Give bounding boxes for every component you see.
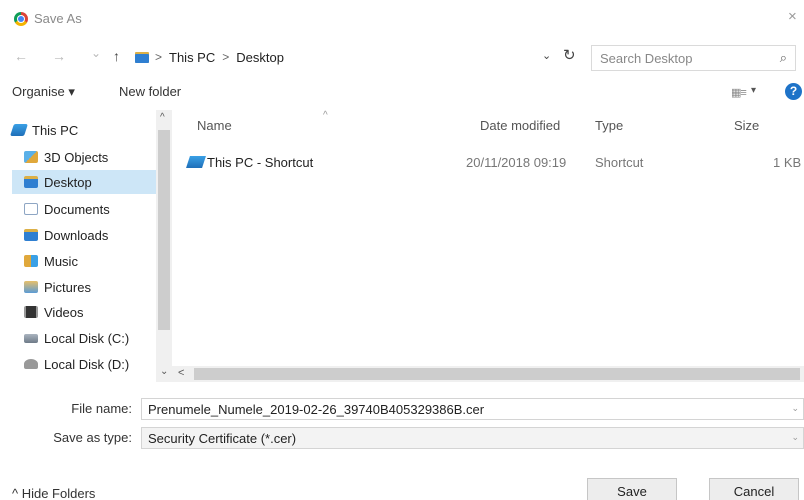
save-as-type-value: Security Certificate (*.cer) bbox=[148, 430, 297, 446]
breadcrumb-this-pc[interactable]: This PC bbox=[169, 50, 215, 65]
save-as-type-select[interactable]: Security Certificate (*.cer) ⌄ bbox=[141, 427, 804, 449]
shortcut-icon bbox=[186, 156, 206, 168]
chevron-down-icon[interactable]: ⌄ bbox=[791, 432, 799, 443]
sidebar-item-music[interactable]: Music bbox=[24, 249, 78, 273]
recent-locations-chevron-icon[interactable]: ⌄ bbox=[91, 46, 101, 60]
file-list: ^ Name Date modified Type Size This PC -… bbox=[176, 110, 804, 366]
command-toolbar: Organise ▾ New folder ▦≡ ▾ ? bbox=[0, 80, 804, 106]
file-size: 1 KB bbox=[773, 155, 802, 170]
save-button[interactable]: Save bbox=[587, 478, 677, 500]
computer-icon bbox=[10, 124, 28, 136]
horizontal-scroll-thumb[interactable] bbox=[194, 368, 800, 380]
videos-icon bbox=[24, 306, 38, 318]
sidebar-item-label: Downloads bbox=[44, 227, 109, 243]
sidebar-item-this-pc[interactable]: This PC bbox=[10, 118, 79, 142]
sidebar-item-label: Local Disk (C:) bbox=[44, 330, 130, 346]
search-placeholder: Search Desktop bbox=[600, 50, 693, 66]
sidebar-item-label: Documents bbox=[44, 201, 110, 217]
desktop-icon bbox=[24, 176, 38, 188]
breadcrumb-desktop[interactable]: Desktop bbox=[236, 50, 284, 65]
sidebar-item-label: This PC bbox=[32, 122, 79, 138]
window-title: Save As bbox=[34, 11, 82, 26]
sidebar-item-pictures[interactable]: Pictures bbox=[24, 275, 91, 299]
close-icon[interactable]: × bbox=[788, 8, 804, 25]
scroll-up-icon[interactable]: ^ bbox=[160, 112, 165, 123]
new-folder-button[interactable]: New folder bbox=[119, 84, 181, 99]
sidebar-item-local-disk-d[interactable]: Local Disk (D:) bbox=[24, 352, 129, 376]
scroll-left-icon[interactable]: < bbox=[178, 367, 184, 379]
address-dropdown-chevron-icon[interactable]: ⌄ bbox=[542, 49, 551, 62]
sidebar-scroll-thumb[interactable] bbox=[158, 130, 170, 330]
help-icon[interactable]: ? bbox=[785, 83, 802, 100]
folder-icon bbox=[135, 51, 149, 63]
hide-folders-button[interactable]: ^ Hide Folders bbox=[12, 486, 95, 500]
refresh-icon[interactable]: ↻ bbox=[563, 46, 576, 64]
chevron-down-icon[interactable]: ⌄ bbox=[791, 403, 799, 414]
save-form: File name: Prenumele_Numele_2019-02-26_3… bbox=[0, 386, 804, 500]
breadcrumb-separator: > bbox=[155, 50, 163, 64]
cancel-button[interactable]: Cancel bbox=[709, 478, 799, 500]
pictures-icon bbox=[24, 281, 38, 293]
sidebar-item-documents[interactable]: Documents bbox=[24, 197, 110, 221]
disk-icon bbox=[24, 359, 38, 369]
organise-button[interactable]: Organise ▾ bbox=[12, 84, 75, 100]
music-icon bbox=[24, 255, 38, 267]
chrome-icon bbox=[14, 12, 28, 26]
file-type: Shortcut bbox=[595, 155, 644, 170]
sidebar-item-downloads[interactable]: Downloads bbox=[24, 223, 108, 247]
file-name-input[interactable]: Prenumele_Numele_2019-02-26_39740B405329… bbox=[141, 398, 804, 420]
sidebar-item-label: Pictures bbox=[44, 279, 91, 295]
breadcrumb-separator: > bbox=[222, 50, 230, 64]
search-input[interactable]: Search Desktop ⌕ bbox=[591, 45, 796, 71]
title-bar: Save As × bbox=[0, 0, 804, 36]
sidebar-item-label: Desktop bbox=[44, 174, 92, 190]
sidebar-item-videos[interactable]: Videos bbox=[24, 300, 84, 324]
sort-ascending-icon: ^ bbox=[323, 110, 328, 121]
documents-icon bbox=[24, 203, 38, 215]
file-date-modified: 20/11/2018 09:19 bbox=[466, 155, 567, 170]
sidebar-item-label: Videos bbox=[44, 304, 84, 320]
sidebar-item-label: Music bbox=[44, 253, 78, 269]
sidebar-item-local-disk-c[interactable]: Local Disk (C:) bbox=[24, 326, 129, 350]
forward-arrow-icon[interactable]: → bbox=[52, 48, 66, 64]
downloads-icon bbox=[24, 229, 38, 241]
view-options-icon[interactable]: ▦≡ bbox=[731, 86, 747, 99]
sidebar-scrollbar[interactable]: ^ ⌄ bbox=[156, 110, 172, 382]
navigation-pane: This PC 3D Objects Desktop Documents Dow… bbox=[0, 110, 172, 382]
column-header-type[interactable]: Type bbox=[595, 118, 623, 133]
3d-objects-icon bbox=[24, 151, 38, 163]
address-bar[interactable]: > This PC > Desktop bbox=[135, 45, 585, 69]
search-icon[interactable]: ⌕ bbox=[780, 50, 787, 66]
view-options-chevron-icon[interactable]: ▾ bbox=[751, 85, 756, 96]
sidebar-item-desktop[interactable]: Desktop bbox=[12, 170, 157, 194]
column-header-date-modified[interactable]: Date modified bbox=[480, 118, 560, 133]
file-name-value: Prenumele_Numele_2019-02-26_39740B405329… bbox=[148, 401, 485, 417]
sidebar-item-label: Local Disk (D:) bbox=[44, 356, 130, 372]
file-row[interactable]: This PC - Shortcut 20/11/2018 09:19 Shor… bbox=[176, 152, 804, 172]
column-header-size[interactable]: Size bbox=[734, 118, 759, 133]
sidebar-item-3d-objects[interactable]: 3D Objects bbox=[24, 145, 108, 169]
scroll-down-icon[interactable]: ⌄ bbox=[160, 366, 168, 377]
file-list-horizontal-scrollbar[interactable]: < bbox=[172, 366, 804, 382]
up-arrow-icon[interactable]: ↑ bbox=[113, 48, 120, 64]
sidebar-item-label: 3D Objects bbox=[44, 149, 109, 165]
file-name-label: File name: bbox=[71, 401, 132, 416]
disk-icon bbox=[24, 333, 38, 343]
save-as-type-label: Save as type: bbox=[53, 430, 132, 445]
navigation-bar: ← → ⌄ ↑ > This PC > Desktop ⌄ ↻ Search D… bbox=[0, 44, 804, 72]
back-arrow-icon[interactable]: ← bbox=[14, 48, 28, 64]
file-name: This PC - Shortcut bbox=[207, 155, 314, 170]
column-header-name[interactable]: Name bbox=[197, 118, 232, 133]
